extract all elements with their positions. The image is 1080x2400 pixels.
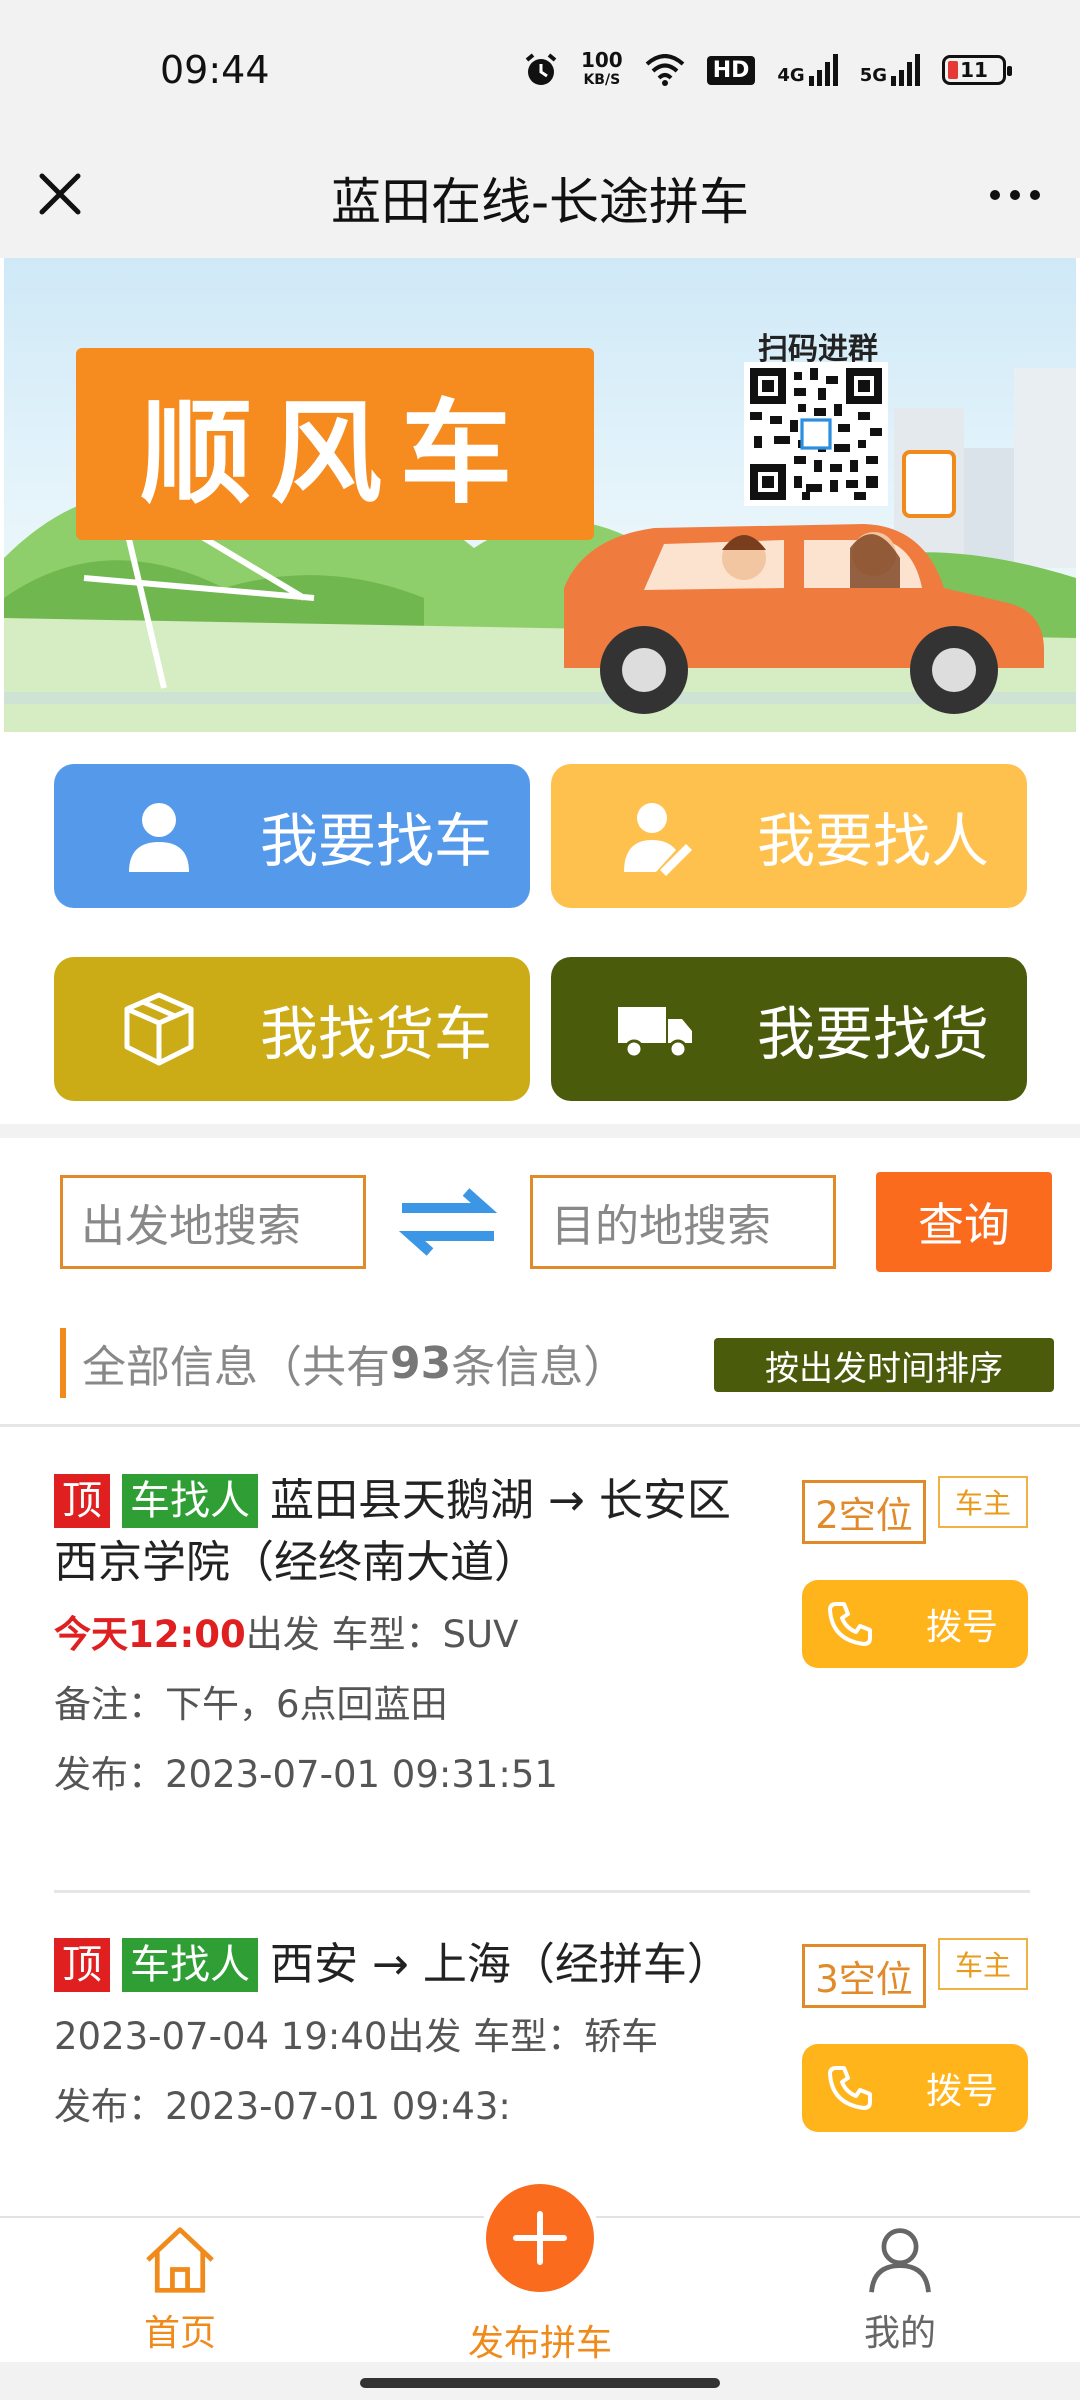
nav-mine-label: 我的	[863, 2313, 936, 2354]
departure-search-input[interactable]: 出发地搜索	[60, 1175, 366, 1269]
phone-icon	[828, 1602, 872, 1646]
page-title: 蓝田在线-长途拼车	[330, 173, 750, 231]
status-time: 09:44	[160, 48, 270, 92]
banner-title: 顺风车	[140, 389, 530, 519]
person-sign-icon	[611, 791, 701, 881]
find-truck-label: 我找货车	[260, 1000, 493, 1068]
route-text: 西安 → 上海（经拼车）	[270, 1939, 731, 1990]
top-tag: 顶	[54, 1474, 110, 1528]
signal-5g: 5G	[860, 54, 920, 86]
wifi-icon	[645, 54, 685, 86]
qr-code-image[interactable]	[744, 362, 888, 506]
find-car-label: 我要找车	[260, 807, 493, 875]
signal-bars-icon	[891, 54, 920, 86]
more-icon	[990, 190, 1000, 200]
info-count: 93	[390, 1337, 452, 1389]
nav-publish[interactable]: 发布拼车	[440, 2216, 640, 2364]
status-bar: 09:44 100 KB/S HD 4G 5G 11	[0, 0, 1080, 140]
swap-icon[interactable]	[396, 1184, 500, 1260]
owner-badge: 车主	[938, 1476, 1028, 1528]
person-icon	[114, 791, 204, 881]
query-button[interactable]: 查询	[876, 1172, 1052, 1272]
find-truck-button[interactable]: 我找货车	[54, 957, 530, 1101]
find-goods-button[interactable]: 我要找货	[551, 957, 1027, 1101]
seats-badge: 2空位	[802, 1480, 926, 1544]
banner-image[interactable]: 顺风车 扫码进群	[4, 258, 1076, 732]
truck-icon	[611, 984, 701, 1074]
info-count-header: 全部信息（共有 93 条信息）	[60, 1328, 627, 1398]
nav-mine[interactable]: 我的	[800, 2216, 1000, 2356]
home-indicator[interactable]	[360, 2378, 720, 2388]
user-icon	[869, 2228, 931, 2293]
net-speed: 100 KB/S	[580, 48, 623, 88]
signal-4g: 4G	[777, 54, 838, 86]
banner-title-box: 顺风车	[76, 348, 594, 540]
nav-home[interactable]: 首页	[80, 2216, 280, 2356]
hd-icon: HD	[706, 55, 756, 85]
departure-placeholder: 出发地搜索	[81, 1201, 301, 1252]
listing-item[interactable]: 顶车找人 西安 → 上海（经拼车） 2023-07-04 19:40出发 车型：轿…	[54, 1934, 1030, 2142]
find-people-button[interactable]: 我要找人	[551, 764, 1027, 908]
destination-placeholder: 目的地搜索	[551, 1201, 771, 1252]
nav-home-label: 首页	[143, 2313, 216, 2354]
find-goods-label: 我要找货	[757, 1000, 990, 1068]
divider	[54, 1890, 1030, 1893]
alarm-icon	[525, 53, 557, 85]
top-tag: 顶	[54, 1938, 110, 1992]
phone-icon	[828, 2066, 872, 2110]
close-icon	[39, 173, 81, 215]
owner-badge: 车主	[938, 1938, 1028, 1990]
battery-icon: 11	[942, 55, 1012, 85]
find-car-button[interactable]: 我要找车	[54, 764, 530, 908]
sort-by-departure-button[interactable]: 按出发时间排序	[714, 1338, 1054, 1392]
destination-search-input[interactable]: 目的地搜索	[530, 1175, 836, 1269]
home-icon	[146, 2227, 214, 2293]
title-bar: 蓝田在线-长途拼车	[0, 140, 1080, 258]
listing-route-line: 顶车找人 蓝田县天鹅湖 → 长安区西京学院（经终南大道）	[54, 1470, 774, 1594]
close-button[interactable]	[30, 164, 90, 224]
publish-time: 发布：2023-07-01 09:31:51	[54, 1753, 558, 1796]
nav-publish-label: 发布拼车	[467, 2323, 612, 2364]
divider	[0, 1424, 1080, 1427]
departure-time: 今天12:00	[54, 1613, 246, 1656]
type-tag: 车找人	[122, 1938, 258, 1992]
package-icon	[114, 984, 204, 1074]
listing-route-line: 顶车找人 西安 → 上海（经拼车）	[54, 1934, 774, 1996]
dial-button[interactable]: 拨号	[802, 2044, 1028, 2132]
listing-item[interactable]: 顶车找人 蓝田县天鹅湖 → 长安区西京学院（经终南大道） 今天12:00出发 车型…	[54, 1470, 1030, 1810]
dial-button[interactable]: 拨号	[802, 1580, 1028, 1668]
status-icons: 100 KB/S HD 4G 5G 11	[523, 48, 1012, 90]
seats-badge: 3空位	[802, 1944, 926, 2008]
signal-bars-icon	[808, 54, 838, 86]
listing-note: 备注：下午，6点回蓝田	[54, 1683, 448, 1726]
find-people-label: 我要找人	[757, 807, 990, 875]
qr-code-icon	[750, 368, 882, 500]
more-button[interactable]	[980, 170, 1050, 220]
type-tag: 车找人	[122, 1474, 258, 1528]
section-divider	[0, 1124, 1080, 1138]
